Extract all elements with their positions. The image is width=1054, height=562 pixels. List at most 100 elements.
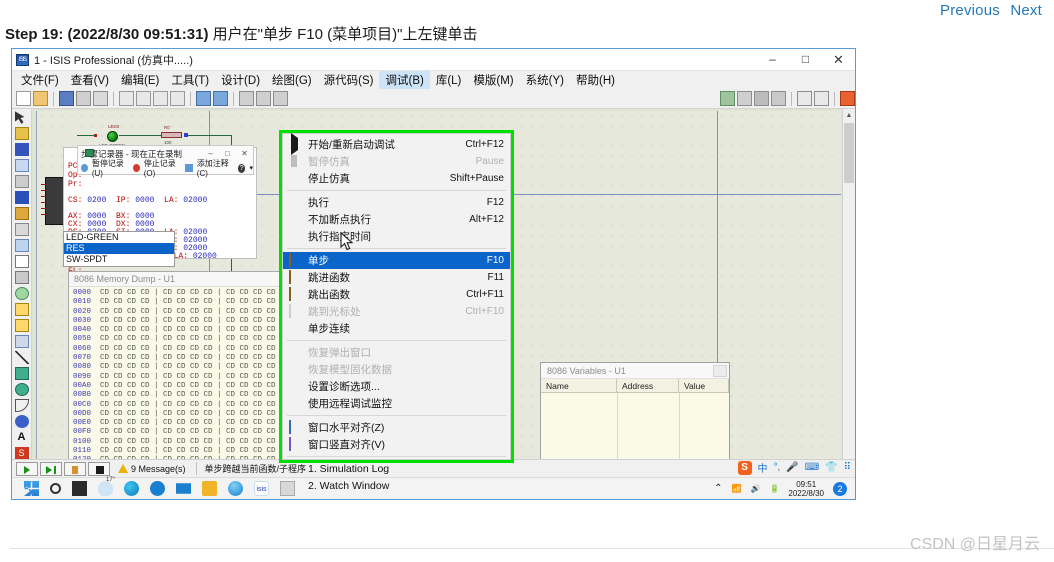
print-area-icon[interactable] [93,91,108,106]
speaker-icon[interactable]: 🔊 [750,484,760,493]
current-probe-icon[interactable] [14,319,29,332]
recorder-minimize-button[interactable]: – [202,149,219,158]
menu-item-tile-horizontally[interactable]: 窗口水平对齐(Z) [283,419,510,436]
menu-debug[interactable]: 调试(B) [379,71,430,89]
text-tool-icon[interactable]: A [15,431,29,444]
menu-template[interactable]: 模版(M) [467,71,519,89]
previous-link[interactable]: Previous [940,2,1000,19]
menu-help[interactable]: 帮助(H) [570,71,621,89]
pause-record-icon[interactable] [81,164,88,172]
block-copy-icon[interactable] [720,91,735,106]
menu-item-start-restart-debug[interactable]: 开始/重新启动调试 Ctrl+F12 [283,132,510,155]
scroll-up-arrow[interactable]: ▲ [843,109,855,122]
pause-button[interactable] [64,461,86,476]
variables-close-button[interactable] [713,364,727,377]
menu-item-step-continuous[interactable]: 单步连续 [283,320,510,337]
redo-icon[interactable] [213,91,228,106]
path-tool-icon[interactable] [14,415,29,428]
menu-edit[interactable]: 编辑(E) [115,71,165,89]
keyboard-icon[interactable]: ⌨ [805,462,819,473]
menu-source[interactable]: 源代码(S) [318,71,380,89]
menu-file[interactable]: 文件(F) [15,71,65,89]
terminals-icon[interactable] [14,223,29,236]
zoom-in-icon[interactable] [119,91,134,106]
list-item[interactable]: SW-SPDT [64,254,174,265]
toolbox-icon[interactable]: ⠿ [844,462,851,473]
menu-design[interactable]: 设计(D) [215,71,266,89]
component-mode-icon[interactable] [14,127,29,140]
paste-icon[interactable] [273,91,288,106]
notification-badge[interactable]: 2 [833,481,847,496]
menu-item-8086[interactable]: 3. 8086 [283,494,510,500]
graph-mode-icon[interactable] [14,255,29,268]
menu-item-execute-for-time[interactable]: 执行指定时间 [283,228,510,245]
pause-record-label[interactable]: 暂停记录(U) [92,158,129,178]
steps-recorder-window[interactable]: 步骤记录器 - 现在正在录制 – □ ✕ 暂停记录(U) 停止记录(O) 添加注… [77,145,254,178]
menu-item-stop-simulation[interactable]: 停止仿真 Shift+Pause [283,170,510,187]
menu-item-simulation-log[interactable]: 1. Simulation Log [283,460,510,477]
sogou-icon[interactable]: S [737,460,752,475]
chevron-up-icon[interactable]: ⌃ [714,483,722,494]
component-connector[interactable] [41,177,70,225]
undo-icon[interactable] [196,91,211,106]
ime-mode-label[interactable]: 中 [758,460,768,475]
object-selector-list[interactable]: LED-GREEN RES SW-SPDT [63,231,175,267]
stop-record-label[interactable]: 停止记录(O) [144,158,181,178]
scrollbar-thumb[interactable] [844,123,854,183]
menu-library[interactable]: 库(L) [430,71,468,89]
menu-item-remote-debug-monitor[interactable]: 使用远程调试监控 [283,395,510,412]
menu-item-step-over[interactable]: 单步 F10 [283,252,510,269]
cut-icon[interactable] [239,91,254,106]
add-comment-label[interactable]: 添加注释(C) [197,158,234,178]
text-script-icon[interactable] [14,175,29,188]
led-0[interactable] [107,131,118,142]
voltage-probe-icon[interactable] [14,303,29,316]
ime-toolbar[interactable]: S 中 °, 🎤 ⌨ 👕 ⠿ [737,459,851,476]
skin-icon[interactable]: 👕 [825,462,837,473]
arc-tool-icon[interactable] [14,399,29,412]
menu-item-diagnostic-settings[interactable]: 设置诊断选项... [283,378,510,395]
task-view-icon[interactable] [72,481,87,496]
mail-icon[interactable] [176,483,191,494]
menu-tools[interactable]: 工具(T) [165,71,215,89]
close-button[interactable]: ✕ [822,49,855,70]
start-button[interactable] [24,481,39,496]
add-comment-icon[interactable] [185,164,193,172]
menu-graph[interactable]: 绘图(G) [266,71,318,89]
mic-icon[interactable]: 🎤 [786,462,798,473]
menu-item-step-into[interactable]: 跳进函数 F11 [283,269,510,286]
menu-item-step-out[interactable]: 跳出函数 Ctrl+F11 [283,286,510,303]
wifi-icon[interactable]: 📶 [732,484,742,493]
save-icon[interactable] [59,91,74,106]
make-device-icon[interactable] [814,91,829,106]
zoom-all-icon[interactable] [170,91,185,106]
tape-recorder-icon[interactable] [14,271,29,284]
bill-of-materials-icon[interactable] [840,91,855,106]
cloud-icon[interactable] [228,481,243,496]
next-link[interactable]: Next [1010,2,1042,19]
zoom-out-icon[interactable] [136,91,151,106]
folder-icon[interactable] [202,481,217,496]
device-pins-icon[interactable] [14,239,29,252]
wire-0a[interactable] [77,135,95,136]
open-file-icon[interactable] [33,91,48,106]
generator-icon[interactable] [14,287,29,300]
list-item[interactable]: LED-GREEN [64,232,174,243]
selection-mode-icon[interactable] [14,111,25,124]
new-file-icon[interactable] [16,91,31,106]
search-icon[interactable] [50,483,61,494]
battery-icon[interactable]: 🔋 [769,484,779,493]
weather-icon[interactable]: 17° [98,477,115,496]
menu-view[interactable]: 查看(V) [65,71,115,89]
ime-punctuation-icon[interactable]: °, [774,462,781,473]
list-item[interactable]: RES [64,243,174,254]
edge-icon[interactable] [124,481,139,496]
block-move-icon[interactable] [737,91,752,106]
virtual-instruments-icon[interactable] [14,335,29,348]
chevron-down-icon[interactable]: ▾ [249,164,253,172]
stop-button[interactable] [88,461,110,476]
box-tool-icon[interactable] [14,367,29,380]
step-button[interactable] [40,461,62,476]
wire-0c[interactable] [188,135,231,136]
office-icon[interactable] [150,481,165,496]
